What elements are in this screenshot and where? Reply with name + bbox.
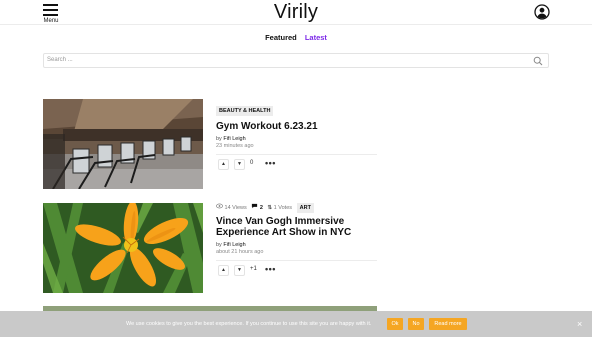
close-icon[interactable]: ×: [577, 319, 582, 329]
more-dots-icon[interactable]: •••: [265, 264, 276, 274]
search-input[interactable]: Search ...: [47, 57, 73, 63]
category-badge[interactable]: BEAUTY & HEALTH: [216, 106, 274, 116]
arrow-down-icon[interactable]: ▼: [234, 265, 245, 276]
post-thumbnail-gym[interactable]: [43, 99, 203, 189]
post-card: 14 Views 2 ⇅ 1 Votes ART Vince Van Gogh …: [43, 203, 377, 293]
eye-icon: [216, 204, 223, 209]
more-dots-icon[interactable]: •••: [265, 158, 276, 168]
comment-icon[interactable]: [251, 203, 258, 209]
vote-count: 1 Votes: [273, 205, 293, 211]
site-logo[interactable]: Virily: [0, 0, 592, 24]
vote-bar: ▲ ▼ 0 •••: [216, 154, 377, 172]
user-icon[interactable]: [534, 4, 550, 20]
post-meta: 14 Views 2 ⇅ 1 Votes ART Vince Van Gogh …: [216, 203, 377, 278]
comment-count[interactable]: 2: [260, 204, 263, 212]
votes-icon: ⇅: [267, 205, 273, 211]
cookie-bar: We use cookies to give you the best expe…: [0, 311, 592, 337]
cookie-message: We use cookies to give you the best expe…: [126, 321, 372, 327]
post-stats: 14 Views 2 ⇅ 1 Votes ART: [216, 203, 377, 213]
arrow-up-icon[interactable]: ▲: [218, 159, 229, 170]
arrow-up-icon[interactable]: ▲: [218, 265, 229, 276]
vote-bar: ▲ ▼ +1 •••: [216, 260, 377, 278]
byline-prefix: by: [216, 242, 222, 248]
arrow-down-icon[interactable]: ▼: [234, 159, 245, 170]
post-meta: BEAUTY & HEALTH Gym Workout 6.23.21 by F…: [216, 99, 377, 172]
post-title[interactable]: Vince Van Gogh Immersive Experience Art …: [216, 216, 377, 238]
view-count: 14 Views: [224, 205, 247, 211]
post-thumbnail-flower[interactable]: [43, 203, 203, 293]
post-time: 23 minutes ago: [216, 143, 254, 149]
feed-tabs: Featured Latest: [0, 33, 592, 42]
search-icon[interactable]: [533, 56, 543, 66]
tab-latest[interactable]: Latest: [305, 33, 327, 42]
byline-prefix: by: [216, 136, 222, 142]
cookie-read-more-button[interactable]: Read more: [429, 318, 467, 330]
vote-score: +1: [250, 266, 257, 272]
author-link[interactable]: Fifi Leigh: [223, 242, 245, 248]
cookie-ok-button[interactable]: Ok: [387, 318, 403, 330]
post-time: about 21 hours ago: [216, 249, 264, 255]
post-title[interactable]: Gym Workout 6.23.21: [216, 121, 377, 132]
tab-featured[interactable]: Featured: [265, 33, 297, 42]
vote-score: 0: [250, 160, 254, 166]
post-card: BEAUTY & HEALTH Gym Workout 6.23.21 by F…: [43, 99, 377, 189]
search-box[interactable]: Search ...: [43, 53, 549, 68]
post-byline: by Fifi Leigh: [216, 242, 377, 248]
author-link[interactable]: Fifi Leigh: [223, 136, 245, 142]
category-badge[interactable]: ART: [296, 203, 314, 213]
top-bar: Menu Virily: [0, 0, 592, 25]
post-byline: by Fifi Leigh: [216, 136, 377, 142]
cookie-no-button[interactable]: No: [408, 318, 424, 330]
